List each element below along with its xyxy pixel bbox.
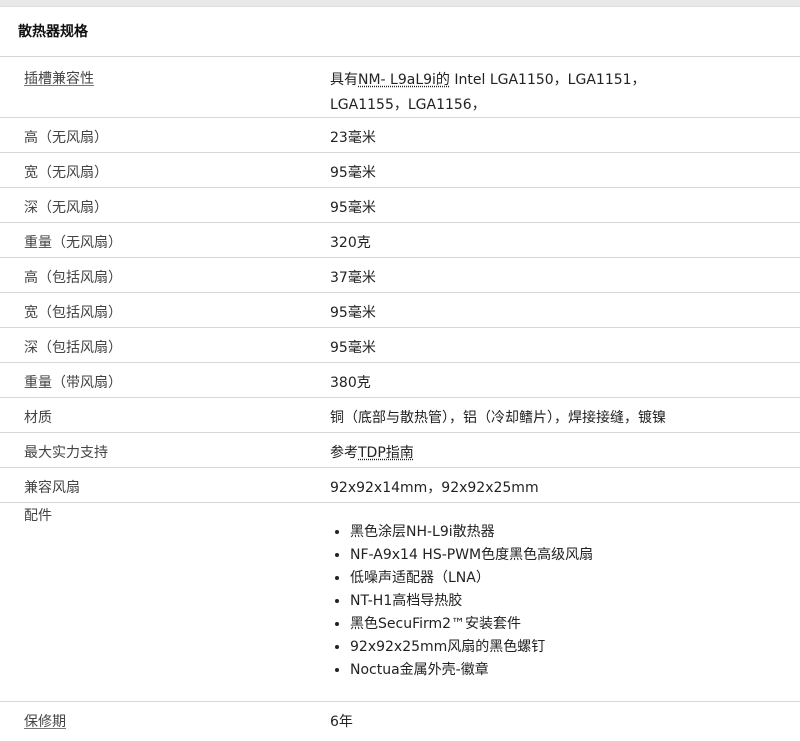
- spec-label: 高（包括风扇）: [24, 270, 122, 286]
- spec-label: 兼容风扇: [24, 480, 80, 496]
- spec-label[interactable]: 插槽兼容性: [0, 68, 330, 117]
- spec-row: 宽（无风扇） 95毫米: [0, 153, 800, 188]
- nm-l9a-link[interactable]: NM- L9aL9i的: [358, 72, 450, 88]
- spec-row: 保修期 6年: [0, 702, 800, 737]
- list-item: 黑色SecuFirm2™安装套件: [350, 613, 800, 636]
- spec-row: 深（无风扇） 95毫米: [0, 188, 800, 223]
- spec-value: 37毫米: [330, 270, 376, 286]
- spec-row: 高（包括风扇） 37毫米: [0, 258, 800, 293]
- spec-label: 深（包括风扇）: [24, 340, 122, 356]
- spec-label: 重量（带风扇）: [24, 375, 122, 391]
- spec-row: 高（无风扇） 23毫米: [0, 118, 800, 153]
- spec-value: 铜（底部与散热管），铝（冷却鳍片），焊接接缝，镀镍: [330, 410, 666, 426]
- spec-value: 6年: [330, 714, 353, 730]
- spec-label[interactable]: 保修期: [0, 711, 330, 737]
- spec-value-rest: Intel LGA1150，LGA1151，: [449, 72, 646, 88]
- spec-label: 深（无风扇）: [24, 200, 108, 216]
- spec-label: 重量（无风扇）: [24, 235, 122, 251]
- spec-row: 重量（带风扇） 380克: [0, 363, 800, 398]
- spec-value-line2: LGA1155，LGA1156，: [330, 97, 486, 113]
- spec-value-prefix: 参考: [330, 445, 358, 461]
- spec-value: 380克: [330, 375, 371, 391]
- spec-label: 宽（无风扇）: [24, 165, 108, 181]
- spec-value-prefix: 具有: [330, 72, 358, 88]
- spec-value: 95毫米: [330, 165, 376, 181]
- tdp-guide-link[interactable]: TDP指南: [358, 445, 414, 461]
- list-item: Noctua金属外壳-徽章: [350, 659, 800, 682]
- list-item: NF-A9x14 HS-PWM色度黑色高级风扇: [350, 544, 800, 567]
- spec-row-accessories: 配件 黑色涂层NH-L9i散热器 NF-A9x14 HS-PWM色度黑色高级风扇…: [0, 503, 800, 702]
- spec-row: 材质 铜（底部与散热管），铝（冷却鳍片），焊接接缝，镀镍: [0, 398, 800, 433]
- list-item: 92x92x25mm风扇的黑色螺钉: [350, 636, 800, 659]
- spec-value: 黑色涂层NH-L9i散热器 NF-A9x14 HS-PWM色度黑色高级风扇 低噪…: [330, 505, 800, 701]
- spec-row-socket: 插槽兼容性 具有NM- L9aL9i的 Intel LGA1150，LGA115…: [0, 57, 800, 118]
- spec-label: 材质: [24, 410, 52, 426]
- spec-value: 23毫米: [330, 130, 376, 146]
- list-item: NT-H1高档导热胶: [350, 590, 800, 613]
- spec-row: 宽（包括风扇） 95毫米: [0, 293, 800, 328]
- spec-value: 95毫米: [330, 305, 376, 321]
- spec-value: 95毫米: [330, 340, 376, 356]
- spec-value: 95毫米: [330, 200, 376, 216]
- spec-row: 兼容风扇 92x92x14mm，92x92x25mm: [0, 468, 800, 503]
- spec-table: 插槽兼容性 具有NM- L9aL9i的 Intel LGA1150，LGA115…: [0, 57, 800, 737]
- spec-value: 具有NM- L9aL9i的 Intel LGA1150，LGA1151， LGA…: [330, 68, 800, 117]
- spec-label: 宽（包括风扇）: [24, 305, 122, 321]
- list-item: 黑色涂层NH-L9i散热器: [350, 521, 800, 544]
- list-item: 低噪声适配器（LNA）: [350, 567, 800, 590]
- spec-value: 参考TDP指南: [330, 442, 800, 467]
- spec-value: 92x92x14mm，92x92x25mm: [330, 480, 539, 496]
- spec-row: 重量（无风扇） 320克: [0, 223, 800, 258]
- spec-row: 最大实力支持 参考TDP指南: [0, 433, 800, 468]
- spec-label: 最大实力支持: [24, 445, 108, 461]
- section-title: 散热器规格: [0, 7, 800, 57]
- spec-label: 配件: [24, 508, 52, 524]
- spec-row: 深（包括风扇） 95毫米: [0, 328, 800, 363]
- accessory-list: 黑色涂层NH-L9i散热器 NF-A9x14 HS-PWM色度黑色高级风扇 低噪…: [330, 521, 800, 682]
- top-bar: [0, 0, 800, 7]
- spec-value: 320克: [330, 235, 371, 251]
- spec-label: 高（无风扇）: [24, 130, 108, 146]
